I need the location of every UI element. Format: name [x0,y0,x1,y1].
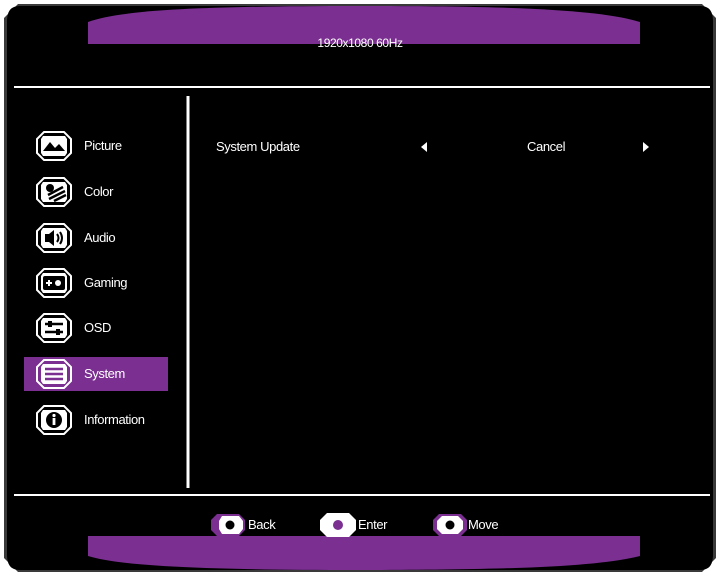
move-button-icon [433,514,467,536]
sidebar-item-gaming[interactable]: Gaming [24,266,168,300]
resolution-label: 1920x1080 60Hz [317,36,403,50]
sidebar-item-osd[interactable]: OSD [24,311,168,345]
sidebar-item-label: Color [84,184,114,199]
arrow-left-icon[interactable] [420,142,428,152]
arrow-right-icon[interactable] [642,142,650,152]
gaming-icon [36,268,72,298]
hint-label: Enter [358,517,388,532]
sidebar-item-label: Gaming [84,275,128,290]
sidebar-item-audio[interactable]: Audio [24,221,168,255]
bottom-accent-band [88,536,640,556]
sidebar-item-picture[interactable]: Picture [24,129,168,163]
sidebar-item-label: OSD [84,320,111,335]
sidebar-item-label: Audio [84,230,116,245]
setting-value: Cancel [527,139,566,154]
color-icon [36,177,72,207]
information-icon [36,405,72,435]
sidebar-item-label: Information [84,412,145,427]
audio-icon [36,223,72,253]
system-icon [36,359,72,389]
hint-label: Back [248,517,276,532]
enter-button-icon [320,513,356,537]
osd-icon [36,313,72,343]
sidebar-item-system[interactable]: System [24,357,168,391]
hint-label: Move [468,517,499,532]
picture-icon [36,131,72,161]
setting-label: System Update [216,139,300,154]
sidebar-item-color[interactable]: Color [24,175,168,209]
sidebar-item-label: System [84,366,125,381]
back-button-icon [211,514,245,536]
sidebar-item-label: Picture [84,138,122,153]
sidebar-item-information[interactable]: Information [24,403,168,437]
